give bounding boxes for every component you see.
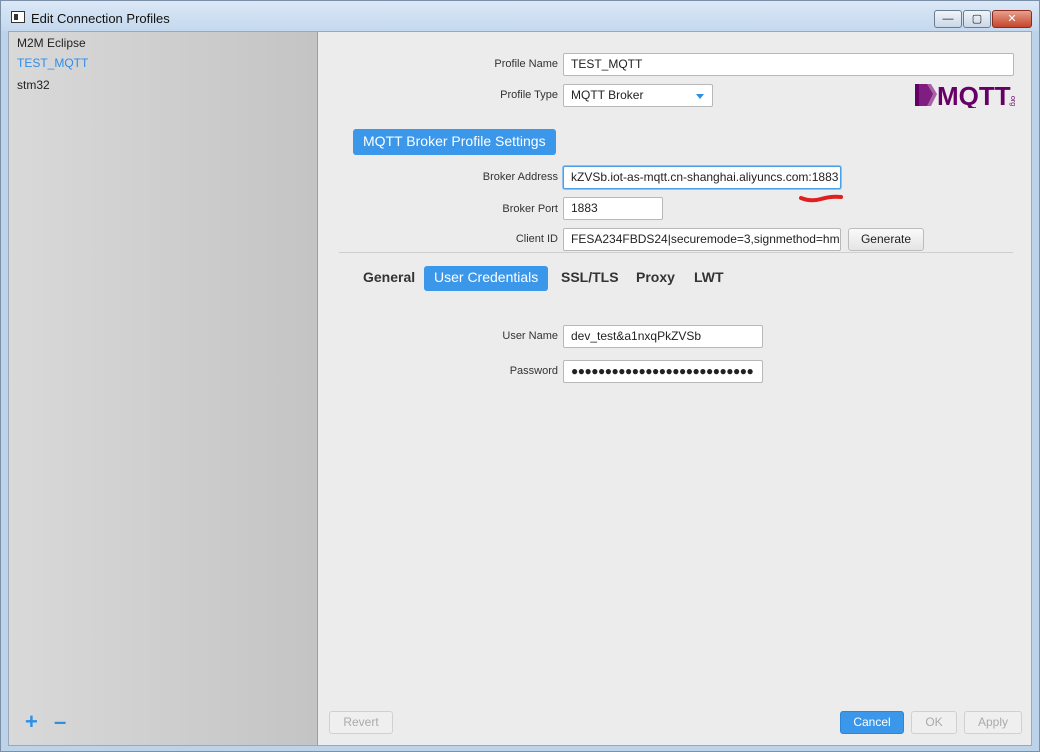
mqtt-logo: MQTT org: [915, 82, 1015, 108]
tab-general[interactable]: General: [353, 266, 425, 291]
maximize-button[interactable]: ▢: [963, 10, 991, 28]
profile-editor: Profile Name TEST_MQTT Profile Type MQTT…: [319, 32, 1031, 745]
chevron-down-icon: [696, 94, 704, 99]
mqtt-logo-text: MQTT: [937, 82, 1011, 108]
client-id-label: Client ID: [515, 233, 558, 245]
profiles-sidebar: M2M Eclipse TEST_MQTT stm32 + –: [9, 32, 318, 745]
mqtt-logo-suffix: org: [1009, 96, 1015, 106]
profile-name-label: Profile Name: [494, 58, 558, 70]
profile-item-m2m-eclipse[interactable]: M2M Eclipse: [17, 36, 86, 50]
title-bar: Edit Connection Profiles — ▢ ✕: [1, 1, 1039, 31]
plus-icon[interactable]: +: [25, 711, 38, 733]
revert-button[interactable]: Revert: [329, 711, 393, 734]
tab-user-credentials[interactable]: User Credentials: [424, 266, 549, 291]
profile-item-stm32[interactable]: stm32: [17, 78, 50, 92]
broker-settings-section-title: MQTT Broker Profile Settings: [353, 129, 556, 155]
client-id-input[interactable]: FESA234FBDS24|securemode=3,signmethod=hm: [563, 228, 841, 251]
cancel-button[interactable]: Cancel: [840, 711, 904, 734]
minimize-button[interactable]: —: [934, 10, 962, 28]
broker-port-input[interactable]: 1883: [563, 197, 663, 220]
edit-connection-profiles-window: Edit Connection Profiles — ▢ ✕ M2M Eclip…: [0, 0, 1040, 752]
window-title: Edit Connection Profiles: [31, 11, 170, 26]
password-mask: ●●●●●●●●●●●●●●●●●●●●●●●●●●●: [571, 364, 754, 378]
apply-button[interactable]: Apply: [964, 711, 1022, 734]
password-label: Password: [509, 365, 558, 377]
profile-item-test-mqtt[interactable]: TEST_MQTT: [17, 56, 88, 70]
minus-icon[interactable]: –: [54, 711, 66, 733]
tab-lwt[interactable]: LWT: [684, 266, 734, 291]
profile-type-label: Profile Type: [500, 89, 558, 101]
broker-address-input[interactable]: kZVSb.iot-as-mqtt.cn-shanghai.aliyuncs.c…: [563, 166, 841, 189]
password-input[interactable]: ●●●●●●●●●●●●●●●●●●●●●●●●●●●: [563, 360, 763, 383]
close-button[interactable]: ✕: [992, 10, 1032, 28]
profile-type-select[interactable]: MQTT Broker: [563, 84, 713, 107]
tab-ssl-tls[interactable]: SSL/TLS: [551, 266, 629, 291]
generate-button[interactable]: Generate: [848, 228, 924, 251]
divider: [339, 252, 1013, 253]
dialog-content: M2M Eclipse TEST_MQTT stm32 + – Profile …: [8, 31, 1032, 746]
ok-button[interactable]: OK: [911, 711, 957, 734]
username-input[interactable]: dev_test&a1nxqPkZVSb: [563, 325, 763, 348]
profile-type-value: MQTT Broker: [571, 88, 644, 102]
username-label: User Name: [502, 330, 558, 342]
tab-proxy[interactable]: Proxy: [626, 266, 685, 291]
profile-name-input[interactable]: TEST_MQTT: [563, 53, 1014, 76]
broker-port-label: Broker Port: [502, 203, 558, 215]
app-window-icon: [11, 11, 25, 23]
red-annotation-mark: [799, 194, 843, 203]
broker-address-label: Broker Address: [482, 171, 558, 183]
